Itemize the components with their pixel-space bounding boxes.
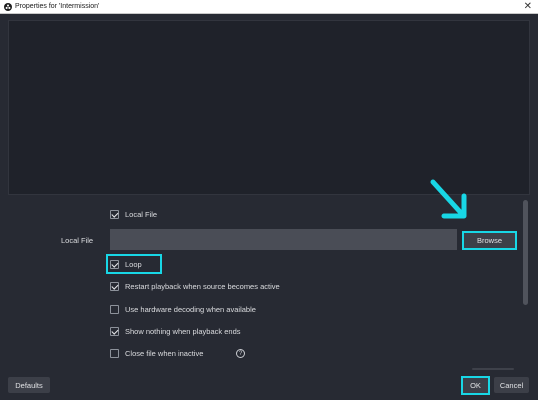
local-file-checkbox[interactable] [110, 210, 119, 219]
horizontal-scrollbar[interactable] [472, 368, 514, 370]
hardware-decoding-label: Use hardware decoding when available [125, 305, 256, 314]
local-file-path-input[interactable] [110, 229, 457, 250]
close-file-checkbox[interactable] [110, 349, 119, 358]
browse-button[interactable]: Browse [462, 231, 517, 250]
hardware-decoding-checkbox-row[interactable]: Use hardware decoding when available [110, 305, 256, 314]
ok-button[interactable]: OK [461, 376, 490, 395]
local-file-checkbox-label: Local File [125, 210, 158, 219]
cancel-button[interactable]: Cancel [494, 377, 529, 393]
obs-icon [4, 3, 12, 11]
help-icon[interactable]: ? [236, 349, 245, 358]
restart-playback-checkbox[interactable] [110, 282, 119, 291]
show-nothing-checkbox-row[interactable]: Show nothing when playback ends [110, 327, 241, 336]
local-file-field-label: Local File [61, 236, 94, 245]
hardware-decoding-checkbox[interactable] [110, 305, 119, 314]
show-nothing-label: Show nothing when playback ends [125, 327, 241, 336]
arrow-pointer-icon [430, 179, 467, 219]
window-title: Properties for 'Intermission' [15, 3, 100, 10]
close-icon[interactable]: ✕ [524, 1, 532, 13]
close-file-label: Close file when inactive [125, 349, 204, 358]
local-file-checkbox-row[interactable]: Local File [110, 210, 157, 219]
loop-highlight-box [106, 254, 162, 274]
close-file-checkbox-row[interactable]: Close file when inactive [110, 349, 203, 358]
source-preview [8, 20, 530, 195]
vertical-scrollbar[interactable] [523, 200, 528, 305]
defaults-button[interactable]: Defaults [8, 377, 50, 393]
restart-playback-label: Restart playback when source becomes act… [125, 282, 280, 291]
title-bar: Properties for 'Intermission' ✕ [0, 0, 538, 14]
show-nothing-checkbox[interactable] [110, 327, 119, 336]
restart-playback-checkbox-row[interactable]: Restart playback when source becomes act… [110, 282, 280, 291]
